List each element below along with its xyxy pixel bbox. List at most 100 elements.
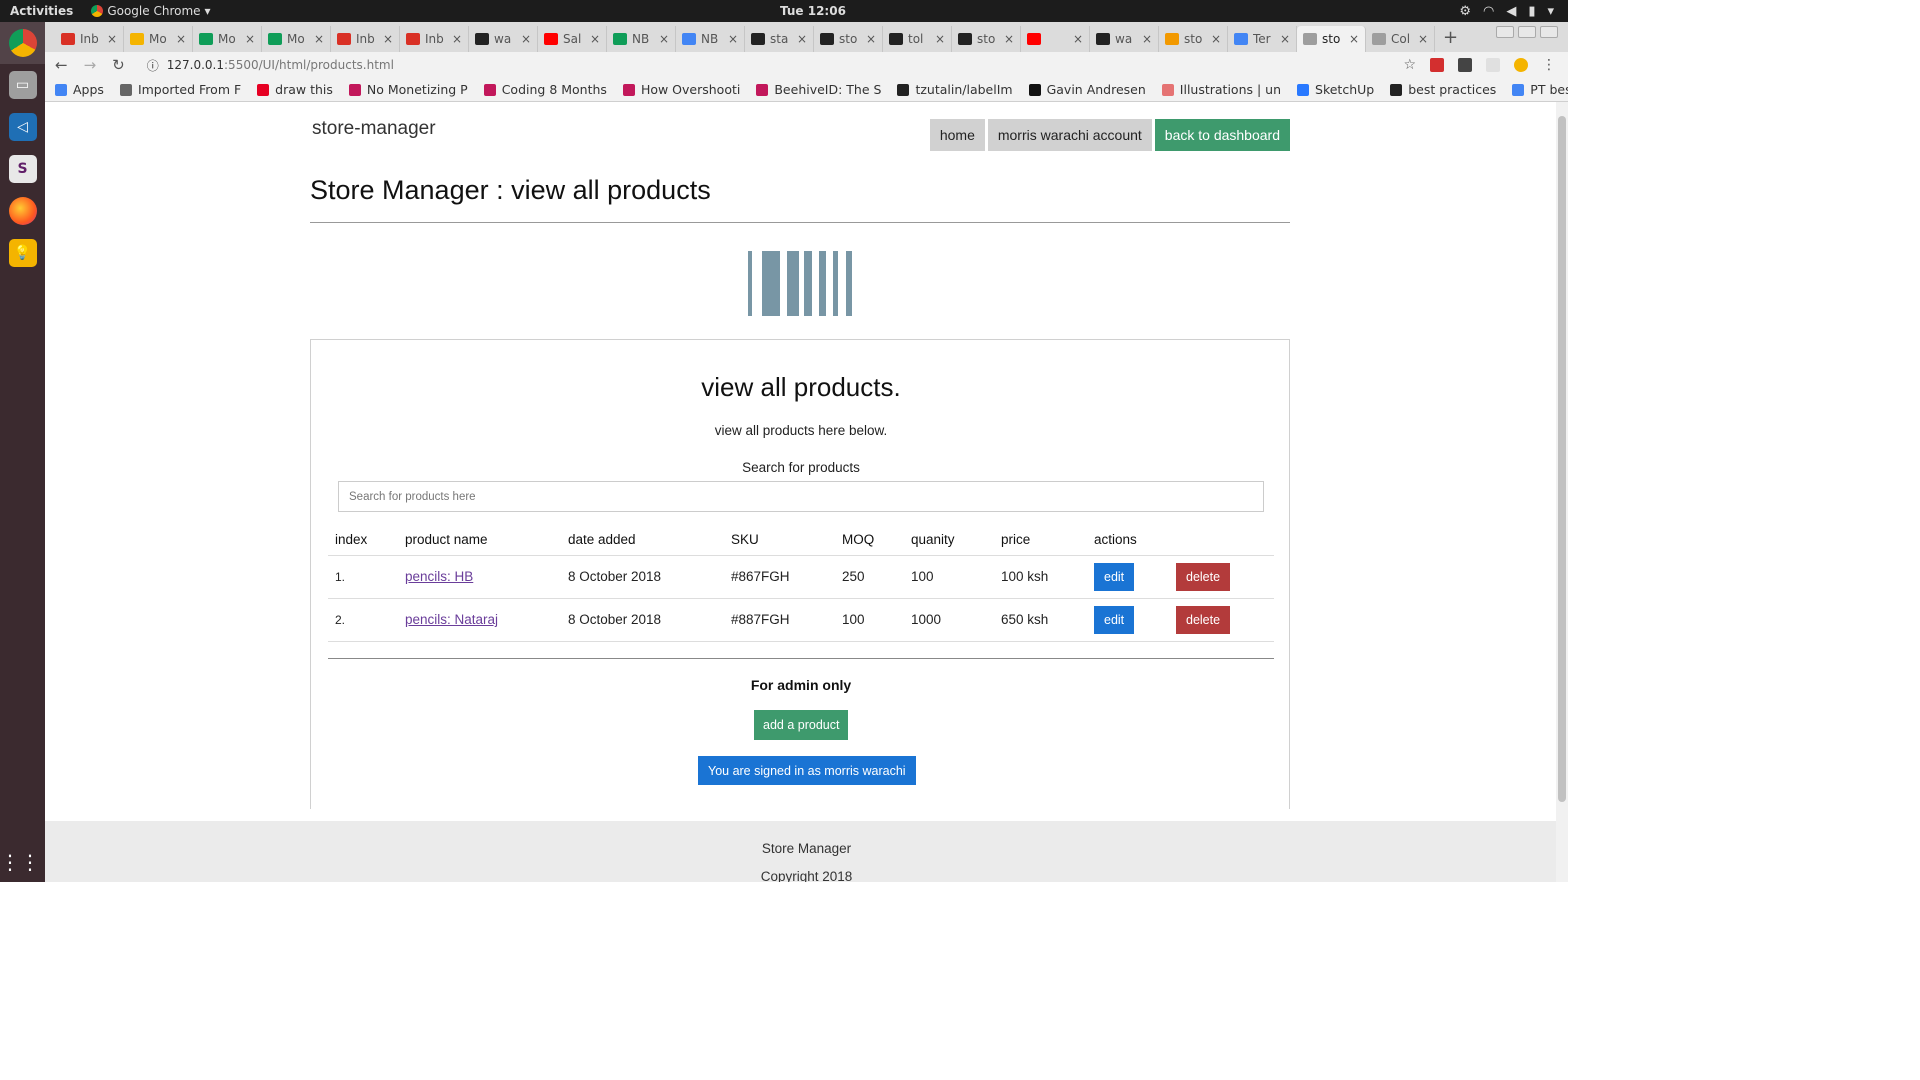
add-product-button[interactable]: add a product	[754, 710, 849, 740]
address-bar[interactable]: ⓘ 127.0.0.1:5500/UI/html/products.html	[147, 57, 394, 74]
bookmark-item[interactable]: Imported From F	[119, 82, 241, 97]
close-tab-icon[interactable]: ×	[866, 32, 876, 46]
power-caret-icon[interactable]: ▾	[1547, 4, 1554, 19]
bookmark-item[interactable]: tzutalin/labelIm	[897, 82, 1013, 97]
dock-vscode[interactable]: ◁	[0, 106, 45, 148]
close-tab-icon[interactable]: ×	[1142, 32, 1152, 46]
dock-slack[interactable]: S	[0, 148, 45, 190]
browser-tab[interactable]: Mo ×	[262, 26, 331, 52]
browser-tab[interactable]: Ter ×	[1228, 26, 1297, 52]
back-icon[interactable]: ←	[55, 56, 68, 74]
close-tab-icon[interactable]: ×	[797, 32, 807, 46]
bookmark-item[interactable]: best practices	[1390, 82, 1496, 97]
browser-tab[interactable]: Mo ×	[193, 26, 262, 52]
bookmark-item[interactable]: Coding 8 Months	[483, 82, 607, 97]
bookmark-item[interactable]: Gavin Andresen	[1028, 82, 1146, 97]
close-tab-icon[interactable]: ×	[1280, 32, 1290, 46]
delete-button[interactable]: delete	[1176, 562, 1231, 591]
browser-tab[interactable]: Col ×	[1366, 26, 1435, 52]
scrollbar-thumb[interactable]	[1558, 116, 1566, 802]
close-tab-icon[interactable]: ×	[383, 32, 393, 46]
bookmark-item[interactable]: BeehiveID: The S	[756, 82, 881, 97]
close-tab-icon[interactable]: ×	[1349, 32, 1359, 46]
close-tab-icon[interactable]: ×	[1418, 32, 1428, 46]
browser-tab[interactable]: tol ×	[883, 26, 952, 52]
chrome-menu-icon[interactable]: ⋮	[1542, 57, 1556, 73]
browser-tab[interactable]: sto ×	[952, 26, 1021, 52]
extension-icon[interactable]	[1486, 58, 1500, 72]
new-tab-button[interactable]: +	[1443, 27, 1458, 48]
bookmark-item[interactable]: Apps	[55, 82, 104, 97]
browser-tab[interactable]: sto ×	[1297, 26, 1366, 52]
settings-icon[interactable]: ⚙	[1459, 4, 1471, 19]
browser-tab[interactable]: sto ×	[1159, 26, 1228, 52]
browser-tab[interactable]: Sal ×	[538, 26, 607, 52]
signed-in-button[interactable]: You are signed in as morris warachi	[698, 756, 916, 785]
close-tab-icon[interactable]: ×	[728, 32, 738, 46]
product-link[interactable]: pencils: HB	[405, 569, 473, 584]
browser-tab[interactable]: Mo ×	[124, 26, 193, 52]
dock-chrome[interactable]	[0, 22, 45, 64]
back-to-dashboard-button[interactable]: back to dashboard	[1154, 119, 1290, 151]
product-link[interactable]: pencils: Nataraj	[405, 612, 498, 627]
browser-tab[interactable]: wa ×	[469, 26, 538, 52]
browser-tab[interactable]: ×	[1021, 26, 1090, 52]
delete-button[interactable]: delete	[1176, 605, 1231, 634]
clock[interactable]: Tue 12:06	[780, 4, 846, 18]
wifi-icon[interactable]: ◠	[1483, 4, 1494, 19]
row-price: 650 ksh	[994, 598, 1087, 642]
bookmark-item[interactable]: How Overshooti	[622, 82, 740, 97]
extension-icon[interactable]	[1458, 58, 1472, 72]
close-window-icon[interactable]	[1540, 26, 1558, 38]
close-tab-icon[interactable]: ×	[1211, 32, 1221, 46]
battery-icon[interactable]: ▮	[1528, 4, 1535, 19]
close-tab-icon[interactable]: ×	[1073, 32, 1083, 46]
close-tab-icon[interactable]: ×	[659, 32, 669, 46]
close-tab-icon[interactable]: ×	[314, 32, 324, 46]
minimize-icon[interactable]	[1496, 26, 1514, 38]
system-tray[interactable]: ⚙ ◠ ◀ ▮ ▾	[1459, 4, 1554, 19]
close-tab-icon[interactable]: ×	[245, 32, 255, 46]
show-applications-icon[interactable]: ⋮⋮⋮	[0, 850, 60, 874]
browser-tab[interactable]: NB ×	[676, 26, 745, 52]
browser-tab[interactable]: Inb ×	[400, 26, 469, 52]
close-tab-icon[interactable]: ×	[452, 32, 462, 46]
reload-icon[interactable]: ↻	[112, 56, 125, 74]
close-tab-icon[interactable]: ×	[935, 32, 945, 46]
extension-icon[interactable]	[1430, 58, 1444, 72]
activities-button[interactable]: Activities	[0, 4, 83, 18]
bookmark-item[interactable]: Illustrations | un	[1161, 82, 1281, 97]
dock-ideas[interactable]: 💡	[0, 232, 45, 274]
forward-icon[interactable]: →	[84, 56, 97, 74]
home-button[interactable]: home	[929, 119, 985, 151]
close-tab-icon[interactable]: ×	[590, 32, 600, 46]
app-menu[interactable]: Google Chrome ▾	[91, 4, 211, 18]
browser-tab[interactable]: NB ×	[607, 26, 676, 52]
browser-tab[interactable]: sta ×	[745, 26, 814, 52]
browser-tab[interactable]: sto ×	[814, 26, 883, 52]
close-tab-icon[interactable]: ×	[176, 32, 186, 46]
volume-icon[interactable]: ◀	[1506, 4, 1516, 19]
close-tab-icon[interactable]: ×	[1004, 32, 1014, 46]
account-button[interactable]: morris warachi account	[987, 119, 1152, 151]
dock-files[interactable]: ▭	[0, 64, 45, 106]
edit-button[interactable]: edit	[1094, 562, 1135, 591]
bookmark-item[interactable]: SketchUp	[1297, 82, 1374, 97]
edit-button[interactable]: edit	[1094, 605, 1135, 634]
bookmark-item[interactable]: No Monetizing P	[348, 82, 468, 97]
dock-firefox[interactable]	[0, 190, 45, 232]
browser-tab[interactable]: wa ×	[1090, 26, 1159, 52]
browser-tab[interactable]: Inb ×	[55, 26, 124, 52]
bookmark-item[interactable]: draw this	[257, 82, 333, 97]
brand-title[interactable]: store-manager	[312, 118, 436, 140]
page-scrollbar[interactable]	[1556, 102, 1568, 882]
close-tab-icon[interactable]: ×	[107, 32, 117, 46]
bookmark-star-icon[interactable]: ☆	[1403, 57, 1416, 73]
close-tab-icon[interactable]: ×	[521, 32, 531, 46]
info-icon[interactable]: ⓘ	[147, 57, 159, 74]
search-input[interactable]	[338, 481, 1264, 512]
maximize-icon[interactable]	[1518, 26, 1536, 38]
bookmark-item[interactable]: PT best practices	[1512, 82, 1568, 97]
profile-avatar-icon[interactable]	[1514, 58, 1528, 72]
browser-tab[interactable]: Inb ×	[331, 26, 400, 52]
